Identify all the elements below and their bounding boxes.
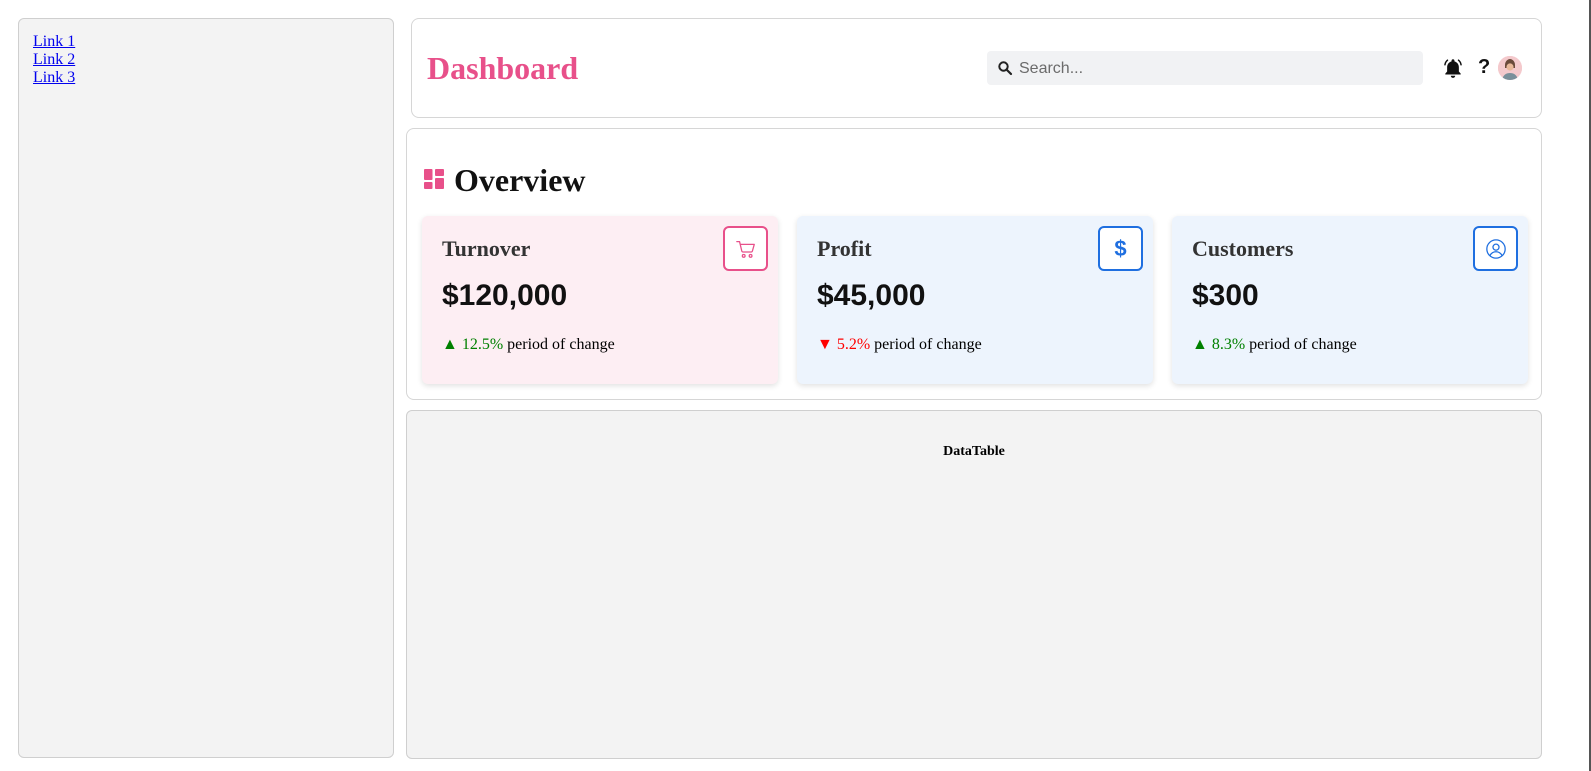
card-title: Customers <box>1192 236 1294 261</box>
dollar-badge[interactable]: $ <box>1098 226 1143 271</box>
card-value: $120,000 <box>442 279 568 312</box>
data-table-label: DataTable <box>943 444 1005 459</box>
change-suffix: period of change <box>1249 336 1357 353</box>
change-percent: 5.2% <box>836 336 871 353</box>
turnover-card: Turnover $120,000 ▲ 12.5% period of chang… <box>422 216 778 384</box>
sidebar: Link 1 Link 2 Link 3 <box>18 18 394 758</box>
cart-badge[interactable] <box>723 226 768 271</box>
card-value: $300 <box>1192 279 1259 312</box>
customers-card: Customers $300 ▲ 8.3% period of change <box>1172 216 1528 384</box>
sidebar-link-2[interactable]: Link 2 <box>33 51 379 69</box>
card-title: Turnover <box>442 236 531 261</box>
top-header: Dashboard ? <box>411 18 1542 118</box>
bell-icon[interactable] <box>1442 57 1464 79</box>
data-table: DataTable <box>406 410 1542 759</box>
change-percent: 8.3% <box>1211 336 1246 353</box>
sidebar-link-1[interactable]: Link 1 <box>33 33 379 51</box>
search-input[interactable] <box>1017 51 1417 87</box>
change-suffix: period of change <box>507 336 615 353</box>
user-icon <box>1485 238 1506 259</box>
card-change: ▼ 5.2% period of change <box>817 336 982 354</box>
help-icon[interactable]: ? <box>1478 56 1490 79</box>
user-badge[interactable] <box>1473 226 1518 271</box>
search-bar[interactable] <box>987 51 1423 87</box>
scrollbar[interactable] <box>1568 0 1591 771</box>
dollar-icon: $ <box>1114 235 1127 261</box>
overview-section: Overview Turnover $120,000 ▲ 12.5% period… <box>406 128 1542 400</box>
card-value: $45,000 <box>817 279 926 312</box>
card-change: ▲ 12.5% period of change <box>442 336 615 354</box>
up-arrow-icon: ▲ <box>442 336 458 353</box>
up-arrow-icon: ▲ <box>1192 336 1208 353</box>
cart-icon <box>735 240 755 258</box>
sidebar-link-3[interactable]: Link 3 <box>33 69 379 87</box>
overview-title: Overview <box>454 162 586 198</box>
card-title: Profit <box>817 236 872 261</box>
change-percent: 12.5% <box>461 336 504 353</box>
search-icon <box>998 61 1013 76</box>
down-arrow-icon: ▼ <box>817 336 833 353</box>
avatar[interactable] <box>1498 56 1522 80</box>
avatar-image <box>1498 56 1522 80</box>
profit-card: Profit $ $45,000 ▼ 5.2% period of change <box>797 216 1153 384</box>
card-change: ▲ 8.3% period of change <box>1192 336 1357 354</box>
change-suffix: period of change <box>874 336 982 353</box>
dashboard-icon <box>424 169 444 189</box>
page-title: Dashboard <box>427 50 579 86</box>
